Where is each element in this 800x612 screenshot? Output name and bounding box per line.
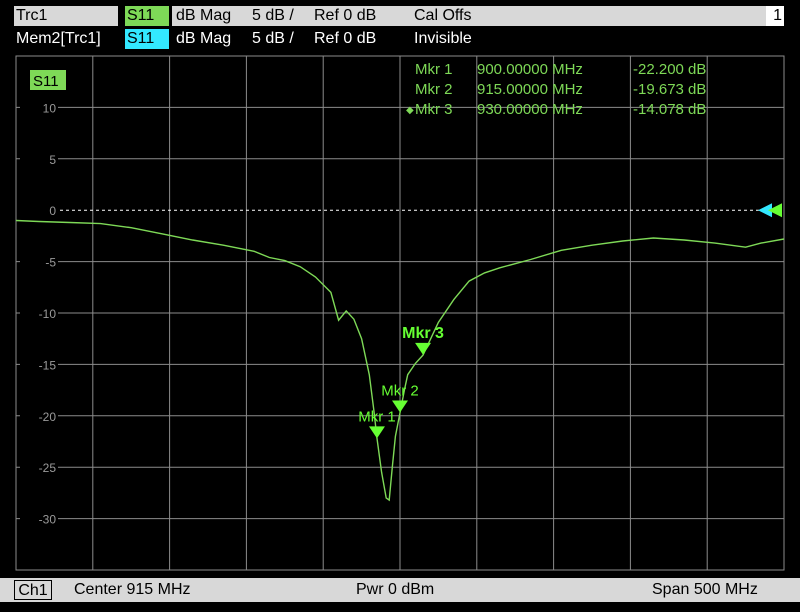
trace-plot[interactable]: 10 5 0 -5 -10 -15 -20 -25 -30 Mkr 1 Mkr 2 Mkr 3 S1… xyxy=(0,0,800,578)
marker-3-label: Mkr 3 xyxy=(402,325,444,342)
y-tick-label: 10 xyxy=(43,101,57,115)
marker-1-label: Mkr 1 xyxy=(358,408,396,425)
marker-3-frequency: 930.00000 MHz xyxy=(477,101,583,118)
marker-1-value: -22.200 dB xyxy=(633,61,706,78)
y-tick-label: -5 xyxy=(45,256,56,270)
frequency-span[interactable]: Span 500 MHz xyxy=(652,578,758,602)
marker-3-name: Mkr 3 xyxy=(415,101,453,118)
marker-1-frequency: 900.00000 MHz xyxy=(477,61,583,78)
marker-1-triangle[interactable] xyxy=(368,426,385,439)
marker-2-frequency: 915.00000 MHz xyxy=(477,81,583,98)
channel-status-bar: Ch1 Center 915 MHz Pwr 0 dBm Span 500 MH… xyxy=(0,578,800,602)
marker-2-name: Mkr 2 xyxy=(415,81,453,98)
active-marker-indicator-icon: ◆ xyxy=(406,105,414,116)
trace-label: S11 xyxy=(33,73,59,90)
reference-arrows[interactable] xyxy=(758,203,782,218)
y-tick-label: 5 xyxy=(49,153,56,167)
source-power[interactable]: Pwr 0 dBm xyxy=(356,578,434,602)
y-tick-label: -30 xyxy=(39,513,57,527)
marker-table: Mkr 1 900.00000 MHz -22.200 dB Mkr 2 915… xyxy=(406,61,706,118)
vna-screen: Trc1 S11 dB Mag 5 dB / Ref 0 dB Cal Offs… xyxy=(0,0,800,612)
y-tick-label: -20 xyxy=(39,410,57,424)
y-tick-labels: 10 5 0 -5 -10 -15 -20 -25 -30 xyxy=(20,99,58,527)
marker-3-triangle[interactable] xyxy=(415,342,432,355)
marker-layer: Mkr 1 Mkr 2 Mkr 3 xyxy=(358,325,444,439)
channel-label[interactable]: Ch1 xyxy=(14,580,52,600)
marker-2-value: -19.673 dB xyxy=(633,81,706,98)
y-tick-label: 0 xyxy=(49,204,56,218)
y-tick-label: -10 xyxy=(39,307,57,321)
marker-3-value: -14.078 dB xyxy=(633,101,706,118)
marker-2-label: Mkr 2 xyxy=(381,382,419,399)
y-tick-label: -25 xyxy=(39,461,57,475)
y-tick-label: -15 xyxy=(39,358,57,372)
center-frequency[interactable]: Center 915 MHz xyxy=(74,578,191,602)
plot-grid xyxy=(15,55,785,571)
marker-1-name: Mkr 1 xyxy=(415,61,453,78)
